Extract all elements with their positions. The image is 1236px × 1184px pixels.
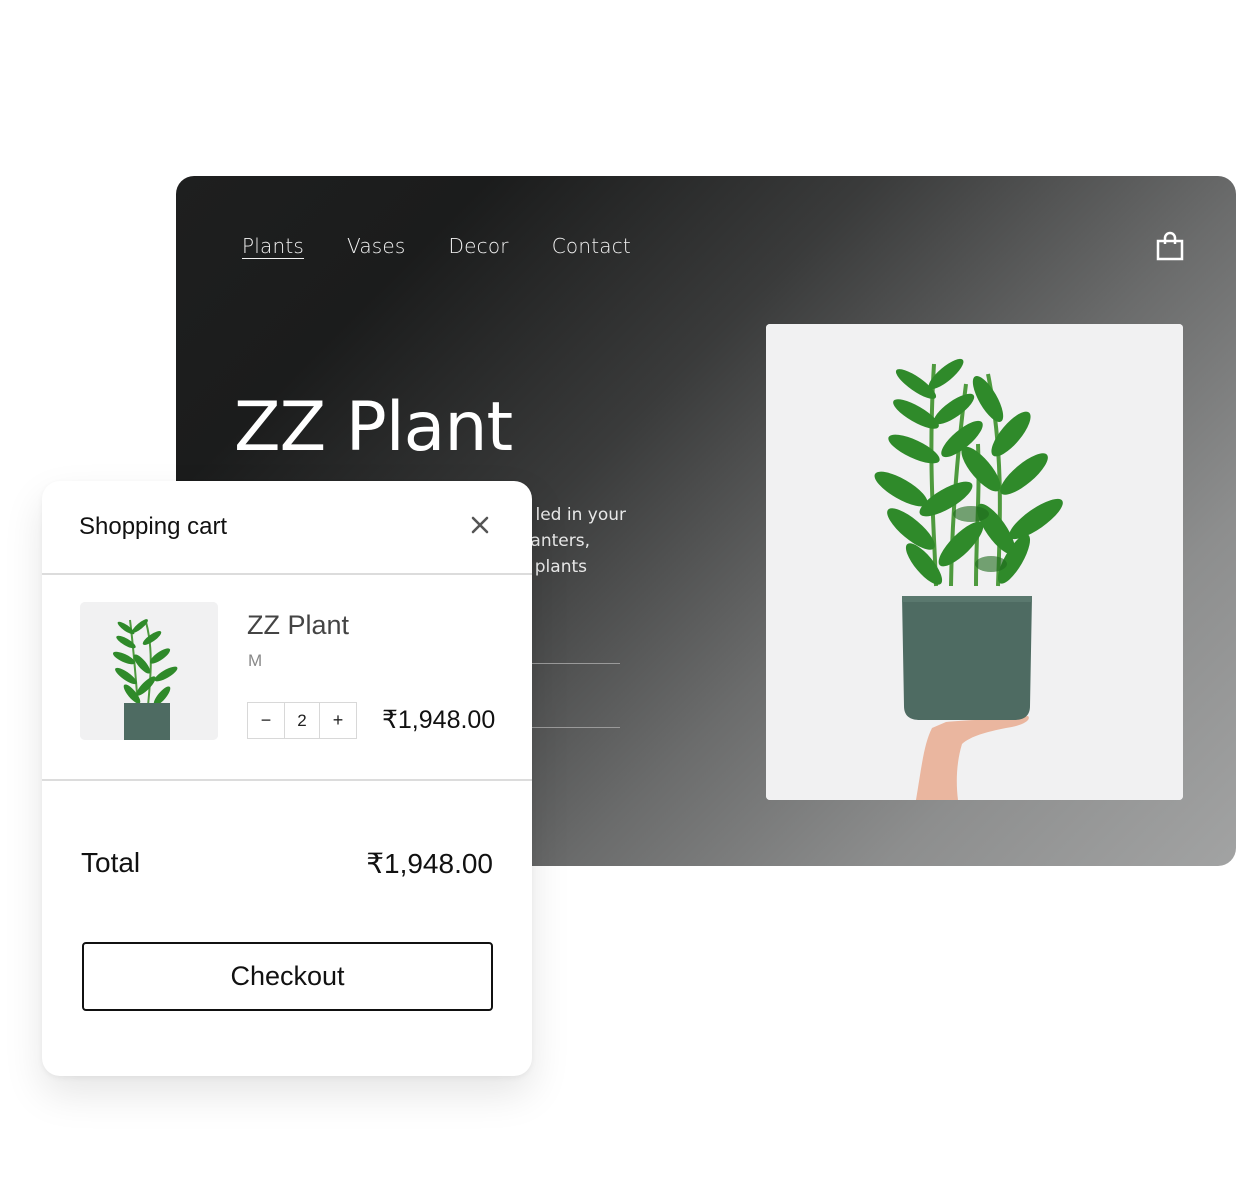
shopping-cart-panel: Shopping cart ZZ Plant M − 2 + ₹1,948.00… <box>42 481 532 1076</box>
zz-plant-illustration <box>766 324 1183 800</box>
quantity-value[interactable]: 2 <box>284 703 320 738</box>
close-icon[interactable] <box>468 513 492 537</box>
nav-item-contact[interactable]: Contact <box>552 234 631 258</box>
cart-item: ZZ Plant M − 2 + ₹1,948.00 <box>42 575 532 781</box>
nav-item-decor[interactable]: Decor <box>449 234 509 258</box>
shopping-bag-icon[interactable] <box>1156 231 1184 261</box>
increment-button[interactable]: + <box>320 703 356 738</box>
cart-title: Shopping cart <box>79 513 228 540</box>
cart-item-variant: M <box>248 651 263 670</box>
cart-item-thumbnail <box>80 602 218 740</box>
quantity-stepper: − 2 + <box>247 702 357 739</box>
nav-item-plants[interactable]: Plants <box>242 234 304 258</box>
hero-title: ZZ Plant <box>234 388 513 467</box>
checkout-button[interactable]: Checkout <box>82 942 493 1011</box>
hero-product-image <box>766 324 1183 800</box>
total-value: ₹1,948.00 <box>366 848 493 879</box>
cart-header: Shopping cart <box>42 481 532 575</box>
nav-item-vases[interactable]: Vases <box>347 234 406 258</box>
cart-item-price: ₹1,948.00 <box>382 706 496 734</box>
decrement-button[interactable]: − <box>248 703 284 738</box>
cart-item-name: ZZ Plant <box>247 610 350 640</box>
zz-plant-thumbnail-illustration <box>80 602 218 740</box>
main-nav: Plants Vases Decor Contact <box>242 234 674 258</box>
total-label: Total <box>81 847 141 878</box>
